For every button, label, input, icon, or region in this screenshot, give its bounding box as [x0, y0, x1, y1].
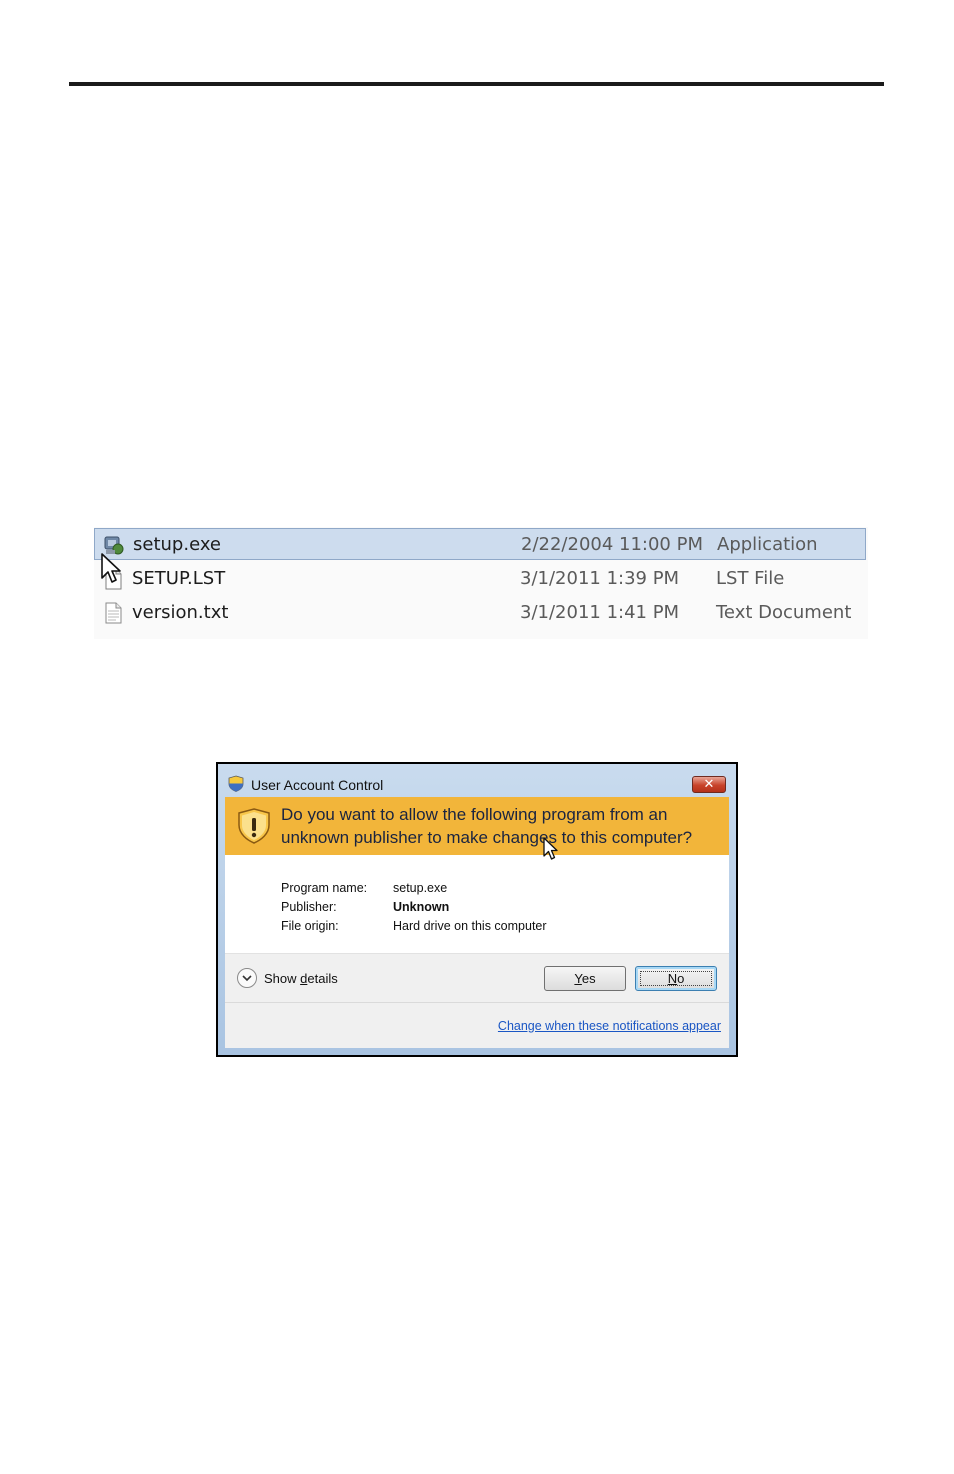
- info-label: Publisher:: [281, 900, 337, 914]
- file-name: setup.exe: [133, 534, 221, 555]
- uac-window-frame: User Account Control ✕ Do you want to al…: [218, 764, 736, 1055]
- file-name: version.txt: [132, 602, 229, 623]
- uac-dialog: User Account Control ✕ Do you want to al…: [216, 762, 738, 1057]
- uac-shield-icon: [228, 775, 244, 792]
- no-button[interactable]: No: [635, 966, 717, 991]
- file-type: Application: [717, 534, 818, 555]
- mouse-pointer-icon: [543, 837, 558, 860]
- file-name: SETUP.LST: [132, 568, 226, 589]
- change-notifications-link[interactable]: Change when these notifications appear: [498, 1019, 721, 1033]
- uac-footer: Change when these notifications appear: [225, 1002, 729, 1048]
- button-label: es: [581, 971, 596, 986]
- info-value: Hard drive on this computer: [393, 919, 547, 933]
- file-type: LST File: [716, 568, 785, 589]
- show-details-text: Show: [264, 971, 301, 986]
- file-list: setup.exe 2/22/2004 11:00 PM Application…: [94, 527, 868, 639]
- mouse-pointer-icon: [101, 553, 121, 583]
- close-button[interactable]: ✕: [692, 776, 726, 793]
- file-date: 2/22/2004 11:00 PM: [521, 534, 703, 555]
- uac-body: Do you want to allow the following progr…: [225, 797, 729, 1048]
- file-date: 3/1/2011 1:39 PM: [520, 568, 680, 589]
- access-key: Y: [574, 971, 582, 986]
- file-row-version-txt[interactable]: version.txt 3/1/2011 1:41 PM Text Docume…: [94, 597, 866, 629]
- focus-ring: [640, 971, 712, 986]
- uac-button-bar: Show details Yes No: [225, 953, 729, 1002]
- uac-question: Do you want to allow the following progr…: [281, 805, 693, 847]
- warning-shield-icon: [238, 808, 270, 844]
- chevron-down-icon: [237, 968, 257, 988]
- text-document-icon: [105, 602, 122, 624]
- file-type: Text Document: [716, 602, 852, 623]
- close-icon: ✕: [703, 777, 715, 792]
- uac-titlebar[interactable]: User Account Control ✕: [218, 764, 736, 796]
- file-row-setup-lst[interactable]: SETUP.LST 3/1/2011 1:39 PM LST File: [94, 563, 866, 595]
- file-date: 3/1/2011 1:41 PM: [520, 602, 680, 623]
- uac-warning-banner: Do you want to allow the following progr…: [225, 797, 729, 860]
- info-value: setup.exe: [393, 881, 448, 895]
- info-label: File origin:: [281, 919, 339, 933]
- info-value: Unknown: [393, 900, 450, 914]
- show-details-text: etails: [307, 971, 338, 986]
- uac-title: User Account Control: [251, 777, 384, 793]
- top-rule: [69, 82, 884, 86]
- info-label: Program name:: [281, 881, 368, 895]
- file-row-setup-exe[interactable]: setup.exe 2/22/2004 11:00 PM Application: [94, 528, 866, 560]
- show-details-label: Show details: [264, 971, 338, 986]
- yes-button[interactable]: Yes: [544, 966, 626, 991]
